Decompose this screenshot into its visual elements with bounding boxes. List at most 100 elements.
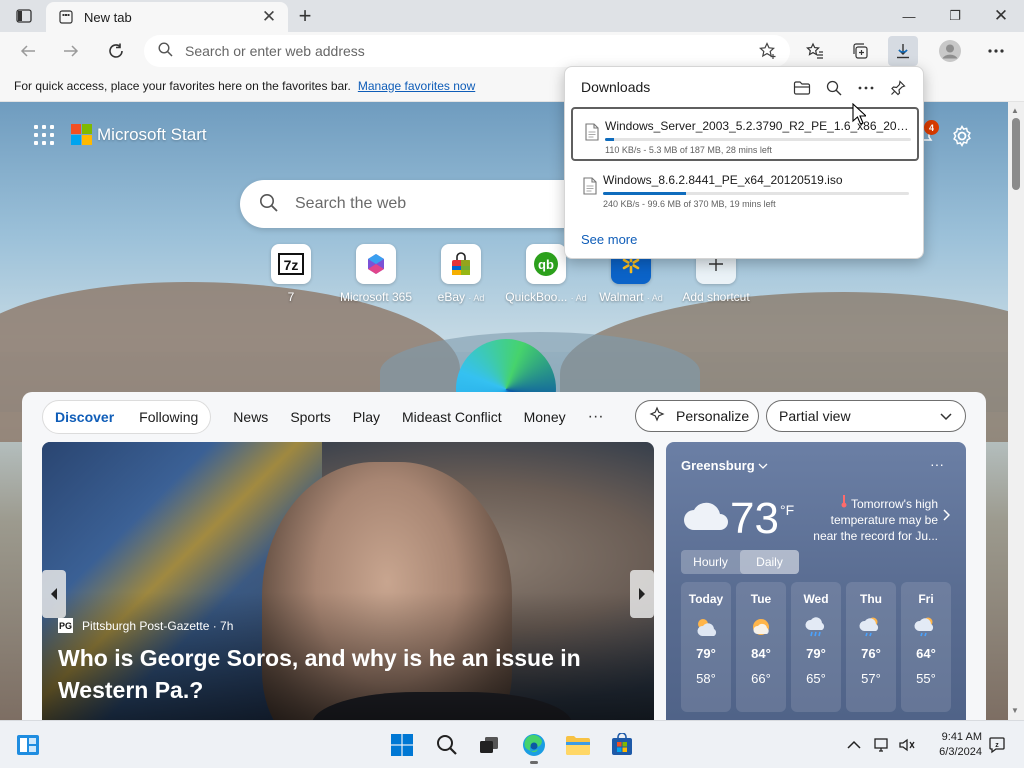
toggle-hourly[interactable]: Hourly (681, 550, 740, 574)
file-icon (583, 177, 597, 195)
downloads-icon[interactable] (888, 36, 918, 66)
microsoft-store-icon[interactable] (606, 729, 638, 761)
ebay-icon (441, 244, 481, 284)
navigation-bar: Search or enter web address (0, 32, 1024, 70)
weather-alert[interactable]: Tomorrow's high temperature may be near … (808, 494, 938, 544)
back-arrow-icon[interactable] (13, 36, 43, 66)
forecast-day-name: Tue (750, 592, 772, 606)
search-icon (259, 193, 279, 216)
ad-label: · Ad (646, 293, 663, 303)
system-clock[interactable]: 9:41 AM 6/3/2024 (928, 730, 982, 760)
forecast-day[interactable]: Fri 64° 55° (901, 582, 951, 712)
forward-arrow-icon[interactable] (56, 36, 86, 66)
more-options-icon[interactable] (854, 76, 878, 100)
file-explorer-icon[interactable] (562, 729, 594, 761)
weather-location[interactable]: Greensburg (681, 458, 768, 473)
carousel-prev-arrow-icon[interactable] (42, 570, 66, 618)
scroll-down-arrow-icon[interactable]: ▼ (1011, 706, 1019, 715)
tab-news[interactable]: News (233, 409, 268, 425)
weather-more-button[interactable]: ··· (930, 456, 944, 472)
tab-sports[interactable]: Sports (290, 409, 330, 425)
tab-money[interactable]: Money (524, 409, 566, 425)
tab-new-tab[interactable]: New tab ✕ (46, 2, 288, 32)
download-item[interactable]: Windows_Server_2003_5.2.3790_R2_PE_1.6_x… (571, 107, 919, 161)
open-folder-icon[interactable] (790, 76, 814, 100)
pin-icon[interactable] (886, 76, 910, 100)
manage-favorites-link[interactable]: Manage favorites now (358, 79, 475, 93)
quick-link-7zip[interactable]: 7z 7 (246, 244, 336, 304)
sunny-icon (749, 616, 773, 638)
tab-discover[interactable]: Discover (55, 409, 114, 425)
search-icon[interactable] (431, 729, 463, 761)
network-icon[interactable] (872, 735, 892, 755)
minimize-button[interactable]: — (886, 0, 932, 32)
scrollbar-thumb[interactable] (1012, 118, 1020, 190)
task-view-icon[interactable] (473, 729, 505, 761)
restore-button[interactable]: ❐ (932, 0, 978, 32)
personalize-button[interactable]: Personalize (635, 400, 759, 432)
forecast-day-name: Thu (860, 592, 882, 606)
download-item[interactable]: Windows_8.6.2.8441_PE_x64_20120519.iso 2… (571, 163, 919, 217)
scroll-up-arrow-icon[interactable]: ▲ (1011, 106, 1019, 115)
article-headline[interactable]: Who is George Soros, and why is he an is… (58, 642, 618, 706)
sidebar-toggle-icon[interactable] (9, 5, 39, 27)
forecast-day[interactable]: Wed 79° 65° (791, 582, 841, 712)
quick-link-label: Microsoft 365 (339, 290, 413, 304)
weather-temperature: 73 (730, 494, 779, 543)
forecast-day[interactable]: Today 79° 58° (681, 582, 731, 712)
volume-muted-icon[interactable] (897, 735, 917, 755)
download-status: 110 KB/s - 5.3 MB of 187 MB, 28 mins lef… (605, 145, 772, 155)
page-scrollbar[interactable]: ▲ ▼ (1008, 102, 1024, 720)
forecast-day[interactable]: Thu 76° 57° (846, 582, 896, 712)
notification-center-icon[interactable]: z (987, 735, 1007, 755)
page-settings-gear-icon[interactable] (950, 124, 976, 150)
tab-mideast-conflict[interactable]: Mideast Conflict (402, 409, 502, 425)
toggle-daily[interactable]: Daily (740, 550, 799, 574)
svg-text:7z: 7z (284, 257, 299, 273)
weather-unit[interactable]: °F (780, 502, 794, 518)
favorites-icon[interactable] (800, 36, 830, 66)
forecast-day-name: Fri (918, 592, 934, 606)
sparkle-icon (648, 405, 666, 427)
new-tab-button[interactable]: + (292, 3, 318, 29)
forecast-toggle: Hourly Daily (681, 550, 799, 574)
clock-time: 9:41 AM (941, 731, 982, 743)
search-downloads-icon[interactable] (822, 76, 846, 100)
tab-play[interactable]: Play (353, 409, 380, 425)
carousel-next-arrow-icon[interactable] (630, 570, 654, 618)
refresh-icon[interactable] (101, 36, 131, 66)
forecast-low: 57° (861, 671, 881, 686)
chevron-right-icon[interactable] (942, 508, 951, 524)
start-windows-icon[interactable] (386, 729, 418, 761)
download-status: 240 KB/s - 99.6 MB of 370 MB, 19 mins le… (603, 199, 776, 209)
more-tabs-button[interactable]: ··· (588, 408, 604, 426)
edge-browser-icon[interactable] (518, 729, 550, 764)
downloads-flyout: Downloads Windows_Server_2003_5.2.3790_R… (564, 66, 924, 259)
widgets-icon[interactable] (12, 729, 44, 761)
settings-more-icon[interactable] (981, 36, 1011, 66)
weather-card[interactable]: Greensburg ··· 73 °F Tomorrow's high tem… (666, 442, 966, 720)
brand-title[interactable]: Microsoft Start (97, 125, 207, 145)
view-select[interactable]: Partial view (766, 400, 966, 432)
hero-article[interactable]: PG Pittsburgh Post-Gazette · 7h Who is G… (42, 442, 654, 720)
quick-link-microsoft-365[interactable]: Microsoft 365 (331, 244, 421, 304)
forecast-low: 65° (806, 671, 826, 686)
ad-label: · Ad (468, 293, 485, 303)
forecast-day[interactable]: Tue 84° 66° (736, 582, 786, 712)
tab-following[interactable]: Following (139, 409, 198, 425)
address-bar[interactable]: Search or enter web address (144, 35, 790, 67)
close-icon[interactable]: ✕ (258, 6, 280, 28)
chevron-up-icon[interactable] (844, 735, 864, 755)
see-more-link[interactable]: See more (581, 232, 637, 247)
cloud-icon (682, 502, 728, 530)
news-feed: Discover Following News Sports Play Mide… (22, 392, 986, 720)
app-launcher-icon[interactable] (34, 124, 54, 145)
close-window-button[interactable]: ✕ (978, 0, 1024, 32)
add-favorite-star-icon[interactable] (758, 41, 778, 61)
notification-badge: 4 (924, 120, 939, 135)
collections-icon[interactable] (845, 36, 875, 66)
partly-cloudy-icon (694, 616, 718, 638)
ad-label: · Ad (570, 293, 587, 303)
quick-link-ebay[interactable]: eBay · Ad (416, 244, 506, 304)
profile-avatar[interactable] (935, 36, 965, 66)
